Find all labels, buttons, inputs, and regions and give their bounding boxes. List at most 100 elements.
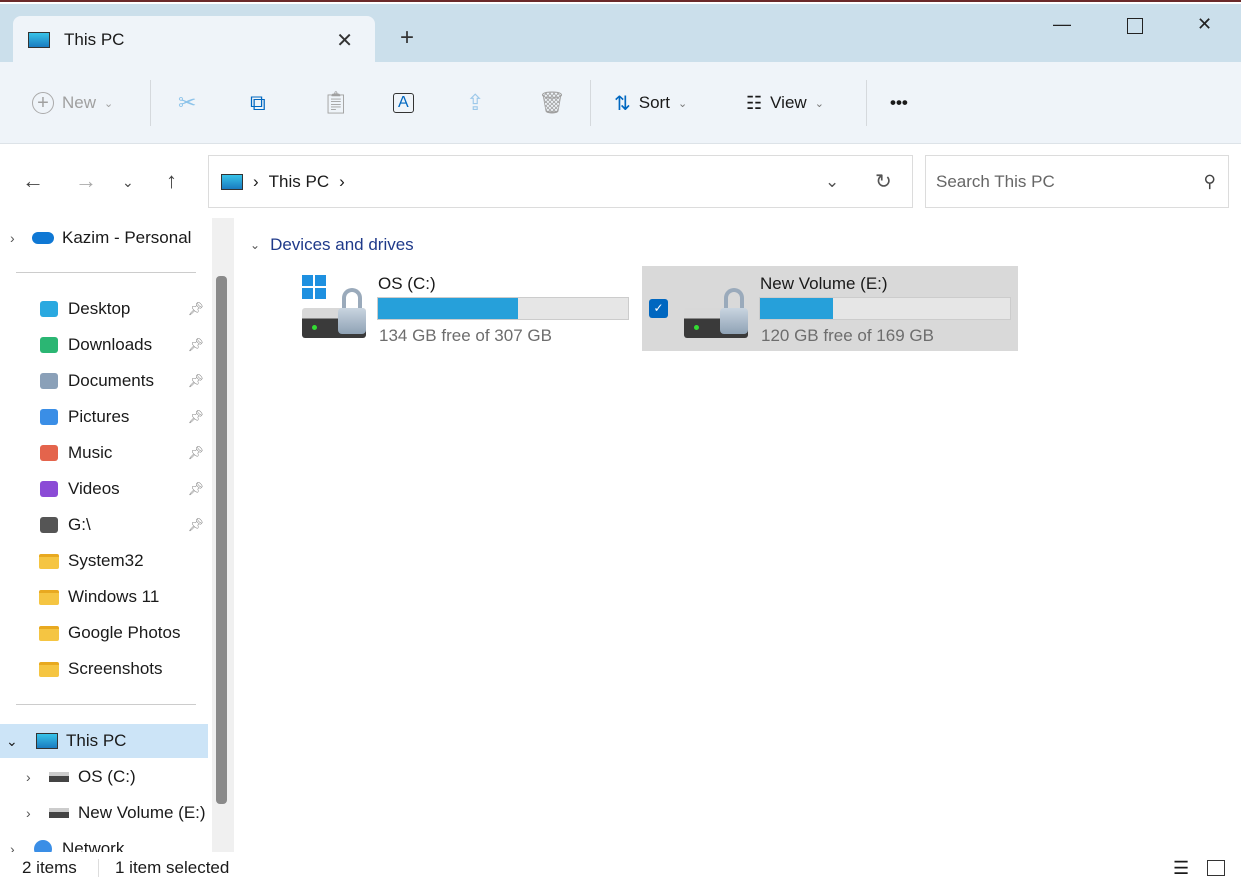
address-dropdown-icon[interactable]: ⌄ — [825, 172, 839, 192]
network-icon — [32, 839, 54, 852]
copy-button[interactable]: ⧉ — [250, 88, 266, 118]
item-label: Downloads — [68, 335, 153, 354]
rename-button[interactable]: A — [393, 88, 414, 118]
tab-this-pc[interactable]: This PC ✕ — [13, 16, 375, 64]
drive-free-space: 134 GB free of 307 GB — [379, 326, 552, 345]
trash-icon: 🗑︎ — [538, 90, 566, 115]
chevron-right-icon[interactable]: › — [26, 769, 48, 785]
breadcrumb-chevron[interactable]: › — [339, 172, 345, 192]
group-devices-and-drives[interactable]: ⌄ Devices and drives — [250, 235, 414, 255]
forward-button[interactable]: → — [75, 168, 97, 194]
sidebar-item-downloads[interactable]: Downloads 📌︎ — [0, 328, 208, 362]
sidebar-item-onedrive[interactable]: › Kazim - Personal — [0, 221, 208, 255]
item-label: Music — [68, 443, 113, 462]
drive-icon — [48, 803, 70, 823]
folder-icon — [38, 551, 60, 571]
item-label: Network — [62, 839, 125, 852]
chevron-down-icon[interactable]: ⌄ — [6, 733, 36, 750]
chevron-down-icon: ⌄ — [250, 238, 261, 252]
sidebar-item-drive[interactable]: › OS (C:) — [0, 760, 208, 794]
sidebar-item-drive[interactable]: › New Volume (E:) — [0, 796, 208, 830]
monitor-icon — [36, 731, 58, 751]
more-options-button[interactable]: ••• — [890, 88, 908, 118]
folder-icon — [38, 659, 60, 679]
rename-icon: A — [393, 93, 414, 113]
view-icon: ☷ — [746, 92, 763, 113]
sidebar-item-folder[interactable]: Windows 11 — [0, 580, 208, 614]
sidebar-item-network[interactable]: › Network — [0, 832, 208, 852]
chevron-right-icon[interactable]: › — [10, 841, 32, 852]
tiles-view-icon[interactable] — [1207, 860, 1225, 876]
monitor-icon — [221, 173, 243, 190]
sidebar-item-music[interactable]: Music 📌︎ — [0, 436, 208, 470]
paste-button[interactable]: 📋︎ — [322, 88, 350, 118]
minimize-button[interactable]: — — [1053, 14, 1071, 35]
pin-icon: 📌︎ — [187, 373, 204, 388]
view-label: View — [770, 93, 807, 112]
onedrive-icon — [32, 228, 54, 248]
checkbox-checked[interactable]: ✓ — [649, 299, 668, 318]
item-label: Videos — [68, 479, 120, 498]
copy-icon: ⧉ — [250, 90, 266, 115]
new-tab-button[interactable]: + — [400, 24, 414, 52]
search-placeholder: Search This PC — [936, 171, 1055, 191]
selection-count: 1 item selected — [115, 858, 230, 877]
item-label: Pictures — [68, 407, 130, 426]
share-button[interactable]: ⇪ — [466, 88, 484, 118]
sidebar-item-g[interactable]: G:\ 📌︎ — [0, 508, 208, 542]
file-explorer-window: This PC ✕ + — ✕ + New ⌄ ✂ ⧉ 📋︎ A ⇪ 🗑︎ ⇅ Sor… — [0, 0, 1241, 882]
sidebar-item-videos[interactable]: Videos 📌︎ — [0, 472, 208, 506]
chevron-down-icon: ⌄ — [104, 97, 114, 110]
item-label: Desktop — [68, 299, 131, 318]
sidebar-item-folder[interactable]: System32 — [0, 544, 208, 578]
sidebar-item-desktop[interactable]: Desktop 📌︎ — [0, 292, 208, 326]
drive-name: New Volume (E:) — [760, 274, 888, 293]
sidebar-item-documents[interactable]: Documents 📌︎ — [0, 364, 208, 398]
sort-icon: ⇅ — [614, 92, 631, 115]
address-bar[interactable]: › This PC › ⌄ ↻ — [208, 155, 913, 208]
close-window-button[interactable]: ✕ — [1197, 14, 1212, 35]
search-input[interactable]: Search This PC ⚲ — [925, 155, 1229, 208]
item-label: New Volume (E:) — [78, 803, 206, 822]
lock-body-icon — [338, 308, 366, 334]
breadcrumb-this-pc[interactable]: This PC — [269, 172, 329, 192]
sort-label: Sort — [638, 93, 670, 112]
chevron-right-icon[interactable]: › — [10, 230, 32, 246]
cut-button[interactable]: ✂ — [178, 88, 196, 118]
title-bar: This PC ✕ + — ✕ — [0, 4, 1241, 64]
item-label: Windows 11 — [68, 587, 160, 606]
navigation-pane: › Kazim - Personal Desktop 📌︎ Downloads 📌︎ Doc… — [0, 218, 234, 852]
up-button[interactable]: ↑ — [166, 168, 177, 194]
folder-icon — [38, 623, 60, 643]
videos-icon — [38, 479, 60, 499]
maximize-button[interactable] — [1127, 18, 1143, 34]
pin-icon: 📌︎ — [187, 301, 204, 316]
chevron-right-icon[interactable]: › — [26, 805, 48, 821]
sidebar-item-folder[interactable]: Screenshots — [0, 652, 208, 686]
view-button[interactable]: ☷ View ⌄ — [746, 88, 824, 118]
drive-tile[interactable]: OS (C:) 134 GB free of 307 GB — [260, 266, 636, 351]
item-count: 2 items — [22, 858, 77, 877]
sort-button[interactable]: ⇅ Sort ⌄ — [614, 88, 687, 118]
sidebar-item-pictures[interactable]: Pictures 📌︎ — [0, 400, 208, 434]
sidebar-item-folder[interactable]: Google Photos — [0, 616, 208, 650]
search-icon: ⚲ — [1203, 171, 1216, 191]
item-label: This PC — [66, 731, 127, 750]
clipboard-icon: 📋︎ — [322, 90, 350, 115]
tab-title: This PC — [64, 30, 125, 49]
more-icon: ••• — [890, 93, 908, 112]
close-tab-icon[interactable]: ✕ — [336, 28, 353, 53]
unlock-icon — [724, 288, 744, 310]
delete-button[interactable]: 🗑︎ — [538, 88, 566, 118]
new-button[interactable]: + New ⌄ — [32, 88, 113, 118]
item-label: System32 — [68, 551, 144, 570]
drive-tile[interactable]: ✓ New Volume (E:) 120 GB free of 169 GB — [642, 266, 1018, 351]
refresh-icon[interactable]: ↻ — [875, 169, 892, 194]
plus-circle-icon: + — [32, 92, 54, 114]
item-label: Kazim - Personal — [62, 228, 192, 247]
details-view-icon[interactable]: ☰ — [1173, 858, 1189, 879]
sidebar-item-this-pc[interactable]: ⌄ This PC — [0, 724, 208, 758]
back-button[interactable]: ← — [22, 168, 44, 194]
recent-locations-button[interactable]: ⌄ — [122, 174, 134, 191]
chevron-down-icon: ⌄ — [677, 97, 688, 110]
